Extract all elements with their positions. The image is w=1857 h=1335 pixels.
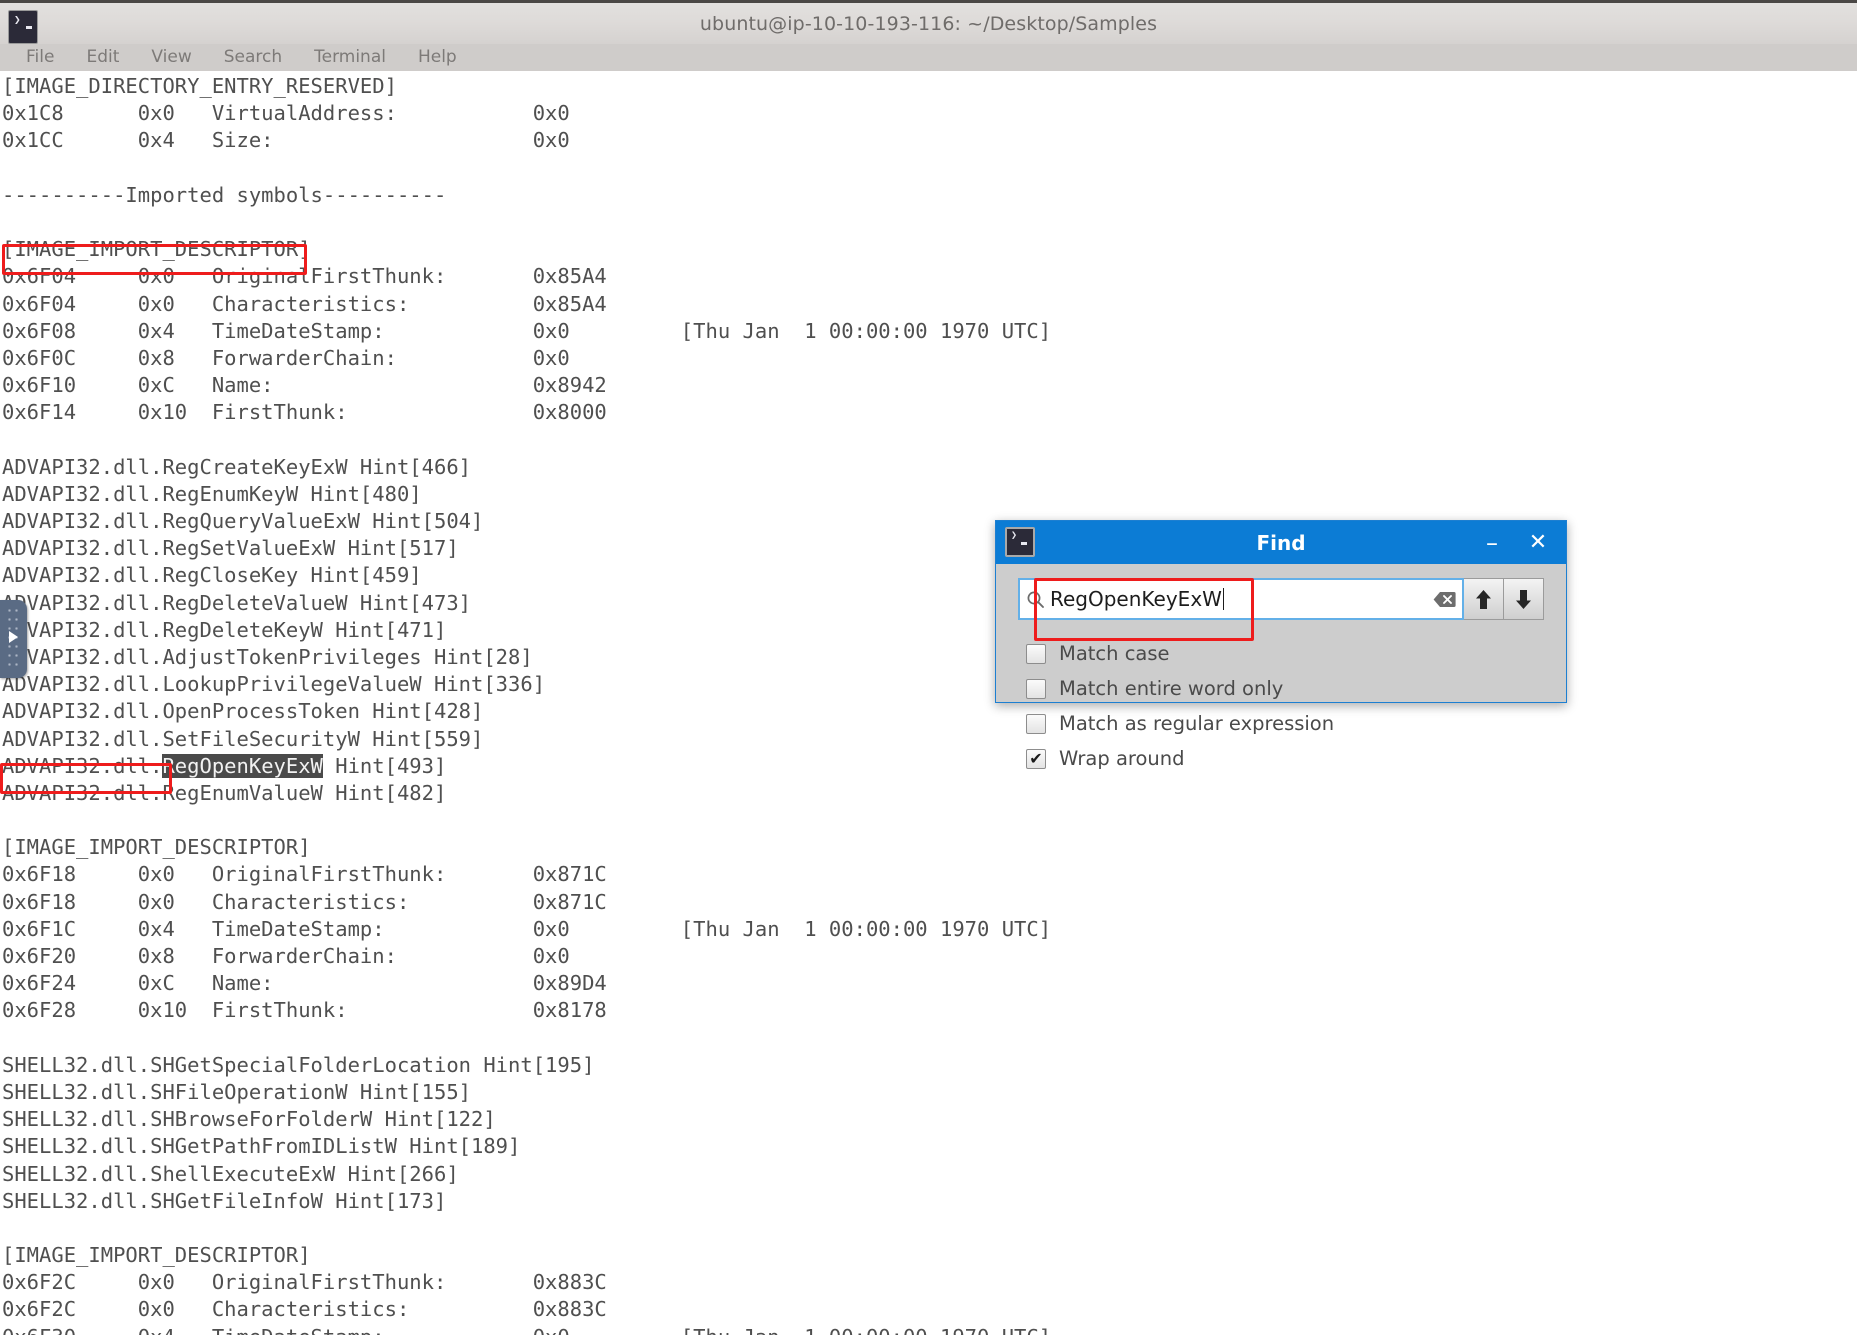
window-title: ubuntu@ip-10-10-193-116: ~/Desktop/Sampl…: [699, 12, 1158, 35]
close-button[interactable]: ✕: [1516, 521, 1560, 564]
terminal-output[interactable]: [IMAGE_DIRECTORY_ENTRY_RESERVED] 0x1C8 0x…: [0, 71, 1857, 1335]
menu-view[interactable]: View: [135, 44, 207, 71]
terminal-line: ADVAPI32.dll.SetFileSecurityW Hint[559]: [2, 726, 484, 751]
terminal-line: ADVAPI32.dll.AdjustTokenPrivileges Hint[…: [2, 644, 533, 669]
terminal-line: ADVAPI32.dll.RegEnumKeyW Hint[480]: [2, 481, 422, 506]
terminal-line: ADVAPI32.dll.RegDeleteKeyW Hint[471]: [2, 617, 447, 642]
terminal-line: 0x6F30 0x4 TimeDateStamp: 0x0 [Thu Jan 1…: [2, 1324, 1857, 1335]
checkbox-label: Match case: [1059, 642, 1170, 665]
menu-terminal[interactable]: Terminal: [298, 44, 402, 71]
terminal-line: 0x6F18 0x0 Characteristics: 0x871C: [2, 889, 607, 914]
find-dialog-titlebar: Find – ✕: [996, 521, 1566, 564]
checkbox-box-icon: ✔: [1026, 748, 1046, 769]
terminal-line: [IMAGE_IMPORT_DESCRIPTOR]: [2, 237, 311, 262]
terminal-line: 0x6F18 0x0 OriginalFirstThunk: 0x871C: [2, 862, 607, 887]
terminal-line: SHELL32.dll.ShellExecuteExW Hint[266]: [2, 1161, 459, 1186]
find-search-row: RegOpenKeyExW: [1018, 578, 1544, 620]
terminal-line: 0x6F2C 0x0 Characteristics: 0x883C: [2, 1297, 607, 1322]
terminal-line: SHELL32.dll.SHGetPathFromIDListW Hint[18…: [2, 1134, 521, 1159]
terminal-line: 0x6F1C 0x4 TimeDateStamp: 0x0 [Thu Jan 1…: [2, 916, 1052, 941]
terminal-line-search-match: ADVAPI32.dll.RegOpenKeyExW Hint[493]: [2, 753, 1857, 780]
checkbox-box-icon: [1026, 643, 1046, 664]
matched-hint: Hint[493]: [322, 753, 447, 778]
terminal-line: [IMAGE_DIRECTORY_ENTRY_RESERVED]: [2, 74, 397, 98]
terminal-line: ADVAPI32.dll.RegEnumValueW Hint[482]: [2, 780, 447, 805]
find-dialog[interactable]: Find – ✕ RegOpenKeyExW: [995, 520, 1567, 770]
expand-arrow-icon: [9, 631, 18, 643]
terminal-line: [IMAGE_IMPORT_DESCRIPTOR]: [2, 1243, 311, 1268]
find-options: Match case Match entire word only Match …: [1026, 636, 1566, 776]
menu-file[interactable]: File: [10, 44, 70, 71]
terminal-line: ----------Imported symbols----------: [2, 182, 447, 207]
checkbox-match-case[interactable]: Match case: [1026, 636, 1566, 671]
terminal-line: 0x6F04 0x0 OriginalFirstThunk: 0x85A4: [2, 264, 607, 289]
menu-help[interactable]: Help: [402, 44, 473, 71]
terminal-icon: [1005, 527, 1035, 557]
checkbox-label: Match as regular expression: [1059, 712, 1335, 735]
checkbox-box-icon: [1026, 713, 1046, 734]
terminal-line: SHELL32.dll.SHGetSpecialFolderLocation H…: [2, 1052, 595, 1077]
terminal-line: 0x6F2C 0x0 OriginalFirstThunk: 0x883C: [2, 1270, 607, 1295]
terminal-line: ADVAPI32.dll.LookupPrivilegeValueW Hint[…: [2, 672, 546, 697]
terminal-line: 0x6F04 0x0 Characteristics: 0x85A4: [2, 291, 607, 316]
terminal-line: 0x6F14 0x10 FirstThunk: 0x8000: [2, 400, 607, 425]
checkbox-label: Match entire word only: [1059, 677, 1284, 700]
terminal-line: SHELL32.dll.SHBrowseForFolderW Hint[122]: [2, 1107, 496, 1132]
terminal-line: SHELL32.dll.SHFileOperationW Hint[155]: [2, 1079, 471, 1104]
checkbox-label: Wrap around: [1059, 747, 1185, 770]
minimize-button[interactable]: –: [1470, 521, 1514, 564]
terminal-line: SHELL32.dll.SHGetFileInfoW Hint[173]: [2, 1188, 447, 1213]
menu-search[interactable]: Search: [208, 44, 298, 71]
search-icon: [1020, 590, 1050, 609]
terminal-line: 0x6F0C 0x8 ForwarderChain: 0x0: [2, 345, 570, 370]
terminal-line: 0x6F10 0xC Name: 0x8942: [2, 373, 607, 398]
find-dialog-body: RegOpenKeyExW Match case Match entire wo…: [996, 564, 1566, 770]
find-previous-button[interactable]: [1464, 578, 1504, 620]
terminal-line: 0x1C8 0x0 VirtualAddress: 0x0: [2, 101, 570, 126]
drag-handle[interactable]: [0, 600, 27, 678]
terminal-line: ADVAPI32.dll.OpenProcessToken Hint[428]: [2, 699, 484, 724]
terminal-line: ADVAPI32.dll.RegSetValueExW Hint[517]: [2, 536, 459, 561]
search-input[interactable]: RegOpenKeyExW: [1018, 578, 1464, 620]
search-input-value-wrap: RegOpenKeyExW: [1050, 587, 1426, 611]
terminal-line: ADVAPI32.dll.RegQueryValueExW Hint[504]: [2, 509, 484, 533]
checkbox-wrap-around[interactable]: ✔ Wrap around: [1026, 741, 1566, 776]
terminal-line: 0x6F28 0x10 FirstThunk: 0x8178: [2, 998, 607, 1023]
search-match-highlight: RegOpenKeyExW: [162, 753, 323, 778]
terminal-line: ADVAPI32.dll.RegDeleteValueW Hint[473]: [2, 590, 471, 615]
search-input-value: RegOpenKeyExW: [1050, 587, 1222, 611]
checkbox-box-icon: [1026, 678, 1046, 699]
text-cursor: [1222, 588, 1225, 610]
terminal-line: 0x1CC 0x4 Size: 0x0: [2, 128, 570, 153]
checkbox-match-regex[interactable]: Match as regular expression: [1026, 706, 1566, 741]
terminal-line: [IMAGE_IMPORT_DESCRIPTOR]: [2, 835, 311, 860]
terminal-line: 0x6F24 0xC Name: 0x89D4: [2, 971, 607, 996]
menu-edit[interactable]: Edit: [70, 44, 135, 71]
terminal-line: ADVAPI32.dll.RegCreateKeyExW Hint[466]: [2, 454, 471, 479]
terminal-icon: [8, 10, 38, 44]
clear-text-icon[interactable]: [1426, 591, 1462, 608]
window-titlebar: ubuntu@ip-10-10-193-116: ~/Desktop/Sampl…: [0, 0, 1857, 44]
matched-dll-name: ADVAPI32.dll.: [2, 753, 163, 778]
terminal-line: 0x6F08 0x4 TimeDateStamp: 0x0 [Thu Jan 1…: [2, 318, 1052, 343]
menubar: File Edit View Search Terminal Help: [0, 44, 1857, 71]
terminal-line: 0x6F20 0x8 ForwarderChain: 0x0: [2, 944, 570, 968]
checkbox-match-entire-word[interactable]: Match entire word only: [1026, 671, 1566, 706]
find-next-button[interactable]: [1504, 578, 1544, 620]
terminal-line: ADVAPI32.dll.RegCloseKey Hint[459]: [2, 563, 422, 588]
